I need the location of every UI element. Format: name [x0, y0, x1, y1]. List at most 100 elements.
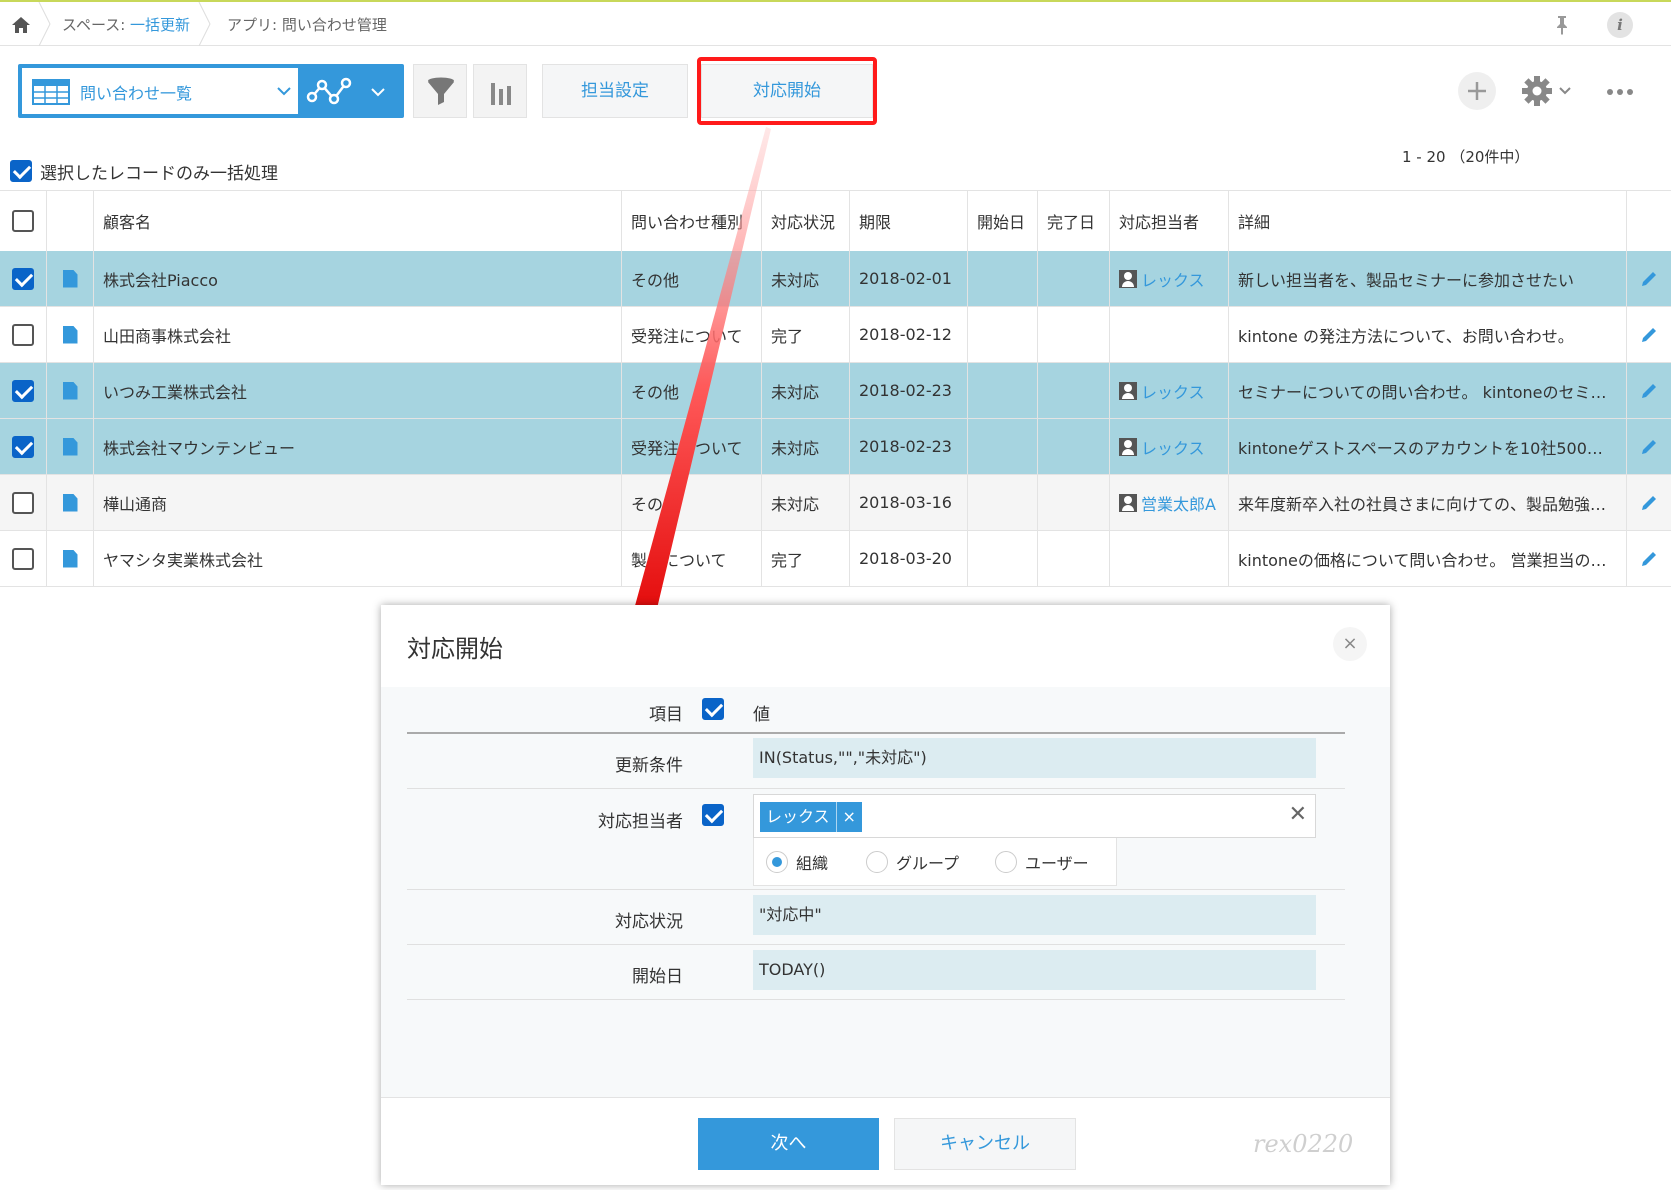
add-record-button[interactable]: [1458, 72, 1496, 110]
assignee-link[interactable]: レックス: [1119, 267, 1205, 291]
radio-user-label: ユーザー: [1025, 854, 1089, 873]
header-status[interactable]: 対応状況: [762, 191, 850, 251]
assignee-cell[interactable]: レックス: [1110, 363, 1229, 418]
breadcrumb-space[interactable]: スペース: 一括更新: [62, 14, 190, 35]
view-selector[interactable]: 問い合わせ一覧: [18, 64, 404, 118]
radio-user[interactable]: ユーザー: [995, 850, 1089, 874]
assignee-cell[interactable]: レックス: [1110, 419, 1229, 474]
dialog-title: 対応開始: [407, 635, 503, 663]
row-checkbox[interactable]: [0, 251, 47, 306]
row-checkbox[interactable]: [0, 363, 47, 418]
assign-button[interactable]: 担当設定: [542, 64, 688, 118]
table-row[interactable]: 株式会社マウンテンビュー 受発注について 未対応 2018-02-23 レックス kint…: [0, 419, 1671, 475]
edit-record-button[interactable]: [1627, 475, 1671, 530]
table-row[interactable]: いつみ工業株式会社 その他 未対応 2018-02-23 レックス セミナーについての問い…: [0, 363, 1671, 419]
table-row[interactable]: ヤマシタ実業株式会社 製品について 完了 2018-03-20 kintoneの価格につ…: [0, 531, 1671, 587]
gear-icon[interactable]: [1520, 74, 1554, 108]
records-table: 顧客名 問い合わせ種別 対応状況 期限 開始日 完了日 対応担当者 詳細: [0, 190, 1671, 252]
document-icon: [62, 381, 78, 400]
type-cell: 受発注について: [622, 419, 762, 474]
plus-icon: [1468, 82, 1486, 100]
start-cell: [968, 475, 1038, 530]
view-dropdown[interactable]: 問い合わせ一覧: [22, 68, 298, 114]
start-cell: [968, 307, 1038, 362]
clear-icon[interactable]: ✕: [1289, 803, 1307, 827]
customer-cell: 樺山通商: [94, 475, 622, 530]
field-row-start-date: 開始日 TODAY(): [407, 945, 1345, 1000]
next-button[interactable]: 次へ: [698, 1118, 879, 1170]
status-value[interactable]: "対応中": [753, 895, 1316, 935]
select-all-fields-checkbox[interactable]: [702, 698, 724, 720]
assignee-cell[interactable]: レックス: [1110, 251, 1229, 306]
radio-group[interactable]: グループ: [866, 850, 959, 874]
table-row[interactable]: 樺山通商 その他 未対応 2018-03-16 営業太郎A 来年度新卒入社の社員さまに向け…: [0, 475, 1671, 531]
header-start[interactable]: 開始日: [968, 191, 1038, 251]
edit-record-button[interactable]: [1627, 251, 1671, 306]
close-icon[interactable]: ×: [1333, 627, 1367, 661]
assignee-label: 対応担当者: [598, 812, 683, 832]
row-checkbox[interactable]: [0, 307, 47, 362]
pagination-info: 1 - 20 （20件中）: [1402, 148, 1530, 166]
record-detail-link[interactable]: [47, 363, 94, 418]
watermark: rex0220: [1253, 1130, 1354, 1158]
assignee-cell[interactable]: 営業太郎A: [1110, 475, 1229, 530]
remove-tag-icon[interactable]: ×: [835, 802, 856, 832]
edit-record-button[interactable]: [1627, 307, 1671, 362]
breadcrumb-app[interactable]: アプリ: 問い合わせ管理: [227, 14, 387, 35]
header-customer[interactable]: 顧客名: [94, 191, 622, 251]
record-detail-link[interactable]: [47, 251, 94, 306]
assignee-checkbox[interactable]: [702, 804, 724, 826]
view-name: 問い合わせ一覧: [80, 84, 193, 103]
assignee-cell: [1110, 307, 1229, 362]
edit-record-button[interactable]: [1627, 531, 1671, 586]
breadcrumb-space-link[interactable]: 一括更新: [130, 16, 190, 34]
assignee-link[interactable]: 営業太郎A: [1119, 491, 1216, 515]
select-all-checkbox[interactable]: [0, 191, 47, 251]
edit-record-button[interactable]: [1627, 363, 1671, 418]
assignee-link[interactable]: レックス: [1119, 435, 1205, 459]
cancel-button[interactable]: キャンセル: [894, 1118, 1076, 1170]
table-row[interactable]: 山田商事株式会社 受発注について 完了 2018-02-12 kintone の発注方法…: [0, 307, 1671, 363]
start-date-value[interactable]: TODAY(): [753, 950, 1316, 990]
user-icon: [1119, 381, 1137, 400]
bulk-update-dialog: 対応開始 × 項目 値 更新条件 IN(Status,"","未対応") 対応担…: [381, 605, 1390, 1185]
breadcrumb-space-prefix: スペース:: [62, 16, 131, 34]
filter-icon: [428, 77, 454, 105]
row-checkbox[interactable]: [0, 475, 47, 530]
assignee-picker[interactable]: レックス × ✕: [753, 794, 1316, 838]
header-type[interactable]: 問い合わせ種別: [622, 191, 762, 251]
header-assignee[interactable]: 対応担当者: [1110, 191, 1229, 251]
bulk-only-label: 選択したレコードのみ一括処理: [40, 164, 278, 184]
row-checkbox[interactable]: [0, 419, 47, 474]
record-detail-link[interactable]: [47, 475, 94, 530]
chevron-down-icon[interactable]: [1559, 86, 1571, 96]
assignee-name: レックス: [1141, 270, 1205, 290]
document-icon: [62, 325, 78, 344]
pin-icon[interactable]: [1552, 14, 1572, 36]
status-cell: 完了: [762, 531, 850, 586]
row-checkbox[interactable]: [0, 531, 47, 586]
header-detail[interactable]: 詳細: [1229, 191, 1627, 251]
more-options-icon[interactable]: [1605, 82, 1635, 102]
record-detail-link[interactable]: [47, 307, 94, 362]
record-detail-link[interactable]: [47, 531, 94, 586]
condition-value[interactable]: IN(Status,"","未対応"): [753, 738, 1316, 778]
chevron-down-icon[interactable]: [370, 84, 386, 100]
home-icon[interactable]: [10, 14, 32, 36]
bulk-only-checkbox[interactable]: [10, 160, 32, 182]
graph-view-icon[interactable]: [306, 75, 354, 107]
due-cell: 2018-03-16: [850, 475, 968, 530]
graph-button[interactable]: [473, 64, 527, 118]
header-due[interactable]: 期限: [850, 191, 968, 251]
user-icon: [1119, 437, 1137, 456]
dialog-footer: 次へ キャンセル rex0220: [381, 1097, 1390, 1185]
info-icon[interactable]: i: [1607, 12, 1633, 38]
header-done[interactable]: 完了日: [1038, 191, 1110, 251]
table-row[interactable]: 株式会社Piacco その他 未対応 2018-02-01 レックス 新しい担当者を、製品…: [0, 251, 1671, 307]
edit-record-button[interactable]: [1627, 419, 1671, 474]
filter-button[interactable]: [413, 64, 467, 118]
assignee-link[interactable]: レックス: [1119, 379, 1205, 403]
radio-organization[interactable]: 組織: [766, 850, 828, 874]
record-detail-link[interactable]: [47, 419, 94, 474]
pencil-icon: [1642, 551, 1656, 566]
